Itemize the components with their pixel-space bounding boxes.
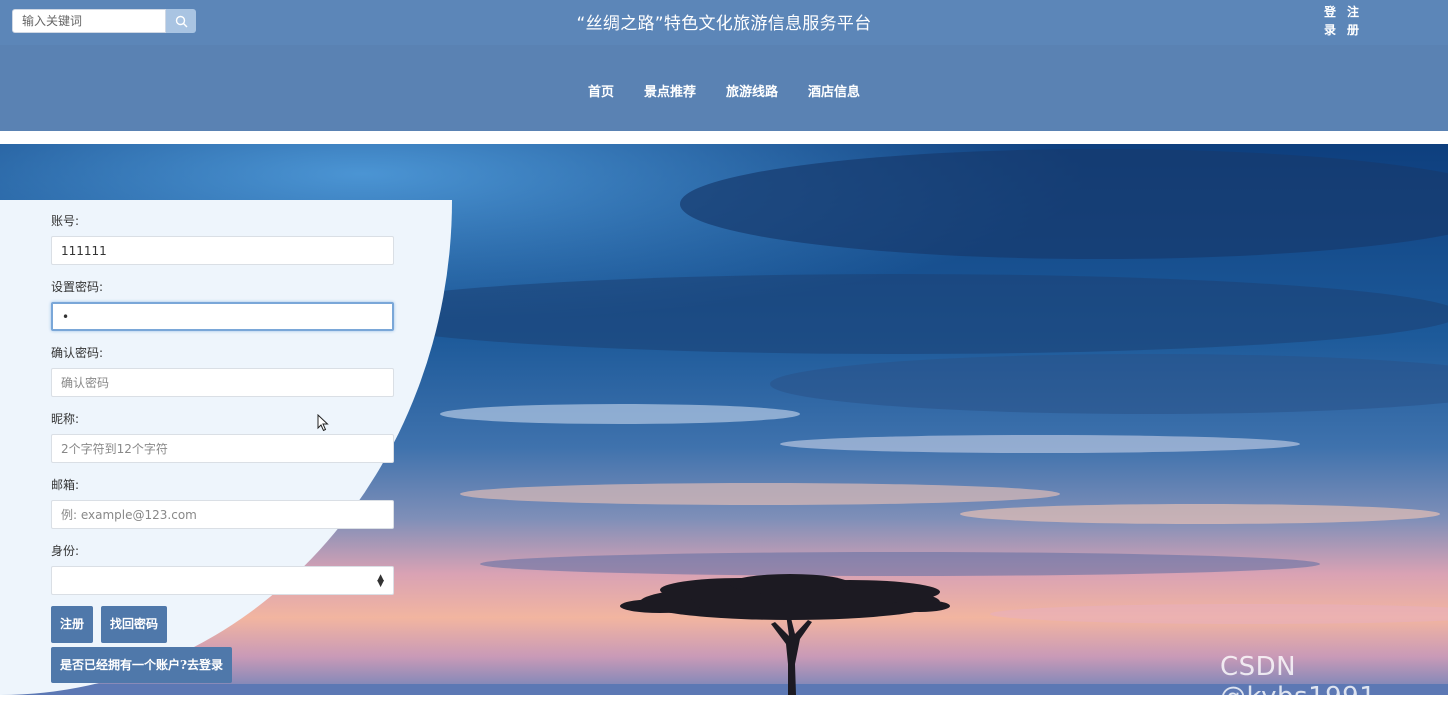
identity-field-group: 身份: ▲ ▼ (51, 543, 394, 609)
confirm-password-field-group: 确认密码: (51, 345, 394, 411)
password-field-group: 设置密码: (51, 279, 394, 345)
recover-password-button[interactable]: 找回密码 (101, 606, 168, 643)
auth-links: 登录 注册 (1324, 3, 1360, 39)
email-label: 邮箱: (51, 478, 80, 492)
nav-item-attractions[interactable]: 景点推荐 (644, 81, 696, 100)
nav-item-routes[interactable]: 旅游线路 (726, 81, 778, 100)
password-label: 设置密码: (51, 280, 104, 294)
identity-label: 身份: (51, 544, 80, 558)
select-arrows-icon: ▲ ▼ (377, 572, 384, 589)
nickname-field-group: 昵称: (51, 411, 394, 477)
confirm-password-label: 确认密码: (51, 346, 104, 360)
nav-bar: 首页 景点推荐 旅游线路 酒店信息 (0, 45, 1448, 131)
login-link[interactable]: 登录 (1324, 3, 1337, 39)
account-input[interactable] (51, 236, 394, 265)
register-button[interactable]: 注册 (51, 606, 94, 643)
watermark-text: CSDN @kybs1991 (1220, 652, 1377, 712)
top-bar: “丝绸之路”特色文化旅游信息服务平台 登录 注册 (0, 0, 1448, 45)
register-link[interactable]: 注册 (1347, 3, 1360, 39)
mouse-cursor-icon (317, 414, 329, 432)
main-nav: 首页 景点推荐 旅游线路 酒店信息 (0, 81, 1448, 100)
email-field-group: 邮箱: (51, 477, 394, 543)
nickname-input[interactable] (51, 434, 394, 463)
email-input[interactable] (51, 500, 394, 529)
form-actions: 注册 找回密码 (51, 606, 168, 643)
site-title: “丝绸之路”特色文化旅游信息服务平台 (576, 14, 872, 34)
nickname-label: 昵称: (51, 412, 80, 426)
account-label: 账号: (51, 214, 80, 228)
go-login-button[interactable]: 是否已经拥有一个账户?去登录 (51, 647, 233, 683)
confirm-password-input[interactable] (51, 368, 394, 397)
nav-item-hotels[interactable]: 酒店信息 (808, 81, 860, 100)
account-field-group: 账号: (51, 213, 394, 279)
nav-item-home[interactable]: 首页 (588, 81, 614, 100)
password-input[interactable] (51, 302, 394, 331)
register-form: 账号: 设置密码: 确认密码: 昵称: 邮箱: 身份: ▲▼ (51, 213, 394, 609)
identity-select[interactable]: ▲ ▼ (51, 566, 394, 595)
